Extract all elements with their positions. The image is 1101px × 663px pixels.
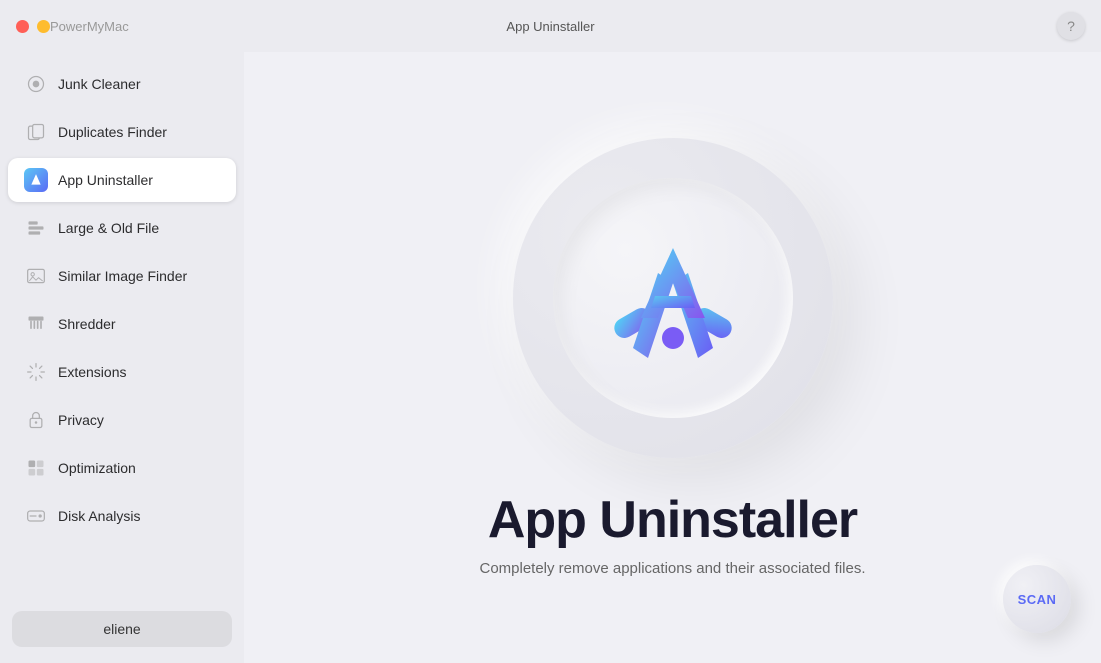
app-uninstaller-icon [24,168,48,192]
sidebar-item-privacy[interactable]: Privacy [8,398,236,442]
app-uninstaller-logo [603,228,743,368]
sidebar-user: eliene [0,603,244,655]
privacy-icon [24,408,48,432]
large-old-file-label: Large & Old File [58,220,159,236]
sidebar-item-optimization[interactable]: Optimization [8,446,236,490]
privacy-label: Privacy [58,412,104,428]
shredder-icon [24,312,48,336]
disk-analysis-label: Disk Analysis [58,508,140,524]
main-layout: Junk Cleaner Duplicates Finder App [0,52,1101,663]
optimization-label: Optimization [58,460,136,476]
shredder-label: Shredder [58,316,116,332]
sidebar-item-app-uninstaller[interactable]: App Uninstaller [8,158,236,202]
duplicates-finder-label: Duplicates Finder [58,124,167,140]
disk-analysis-icon [24,504,48,528]
sidebar-item-duplicates-finder[interactable]: Duplicates Finder [8,110,236,154]
feature-icon-inner-circle [553,178,793,418]
junk-cleaner-label: Junk Cleaner [58,76,141,92]
junk-cleaner-icon [24,72,48,96]
minimize-button[interactable] [37,20,50,33]
feature-desc: Completely remove applications and their… [479,560,865,577]
similar-image-finder-icon [24,264,48,288]
content-area: App Uninstaller Completely remove applic… [244,52,1101,663]
duplicates-finder-icon [24,120,48,144]
window-title: App Uninstaller [506,19,594,34]
sidebar: Junk Cleaner Duplicates Finder App [0,52,244,663]
feature-icon-outer-circle [513,138,833,458]
user-button[interactable]: eliene [12,611,232,647]
help-button[interactable]: ? [1057,12,1085,40]
similar-image-finder-label: Similar Image Finder [58,268,187,284]
sidebar-item-similar-image-finder[interactable]: Similar Image Finder [8,254,236,298]
extensions-label: Extensions [58,364,126,380]
app-name-label: PowerMyMac [50,19,129,34]
sidebar-item-extensions[interactable]: Extensions [8,350,236,394]
scan-button[interactable]: SCAN [1003,565,1071,633]
sidebar-item-junk-cleaner[interactable]: Junk Cleaner [8,62,236,106]
sidebar-item-large-old-file[interactable]: Large & Old File [8,206,236,250]
feature-title: App Uninstaller [488,490,857,550]
extensions-icon [24,360,48,384]
close-button[interactable] [16,20,29,33]
title-bar: PowerMyMac App Uninstaller ? [0,0,1101,52]
sidebar-item-disk-analysis[interactable]: Disk Analysis [8,494,236,538]
sidebar-item-shredder[interactable]: Shredder [8,302,236,346]
app-uninstaller-label: App Uninstaller [58,172,153,188]
optimization-icon [24,456,48,480]
large-old-file-icon [24,216,48,240]
